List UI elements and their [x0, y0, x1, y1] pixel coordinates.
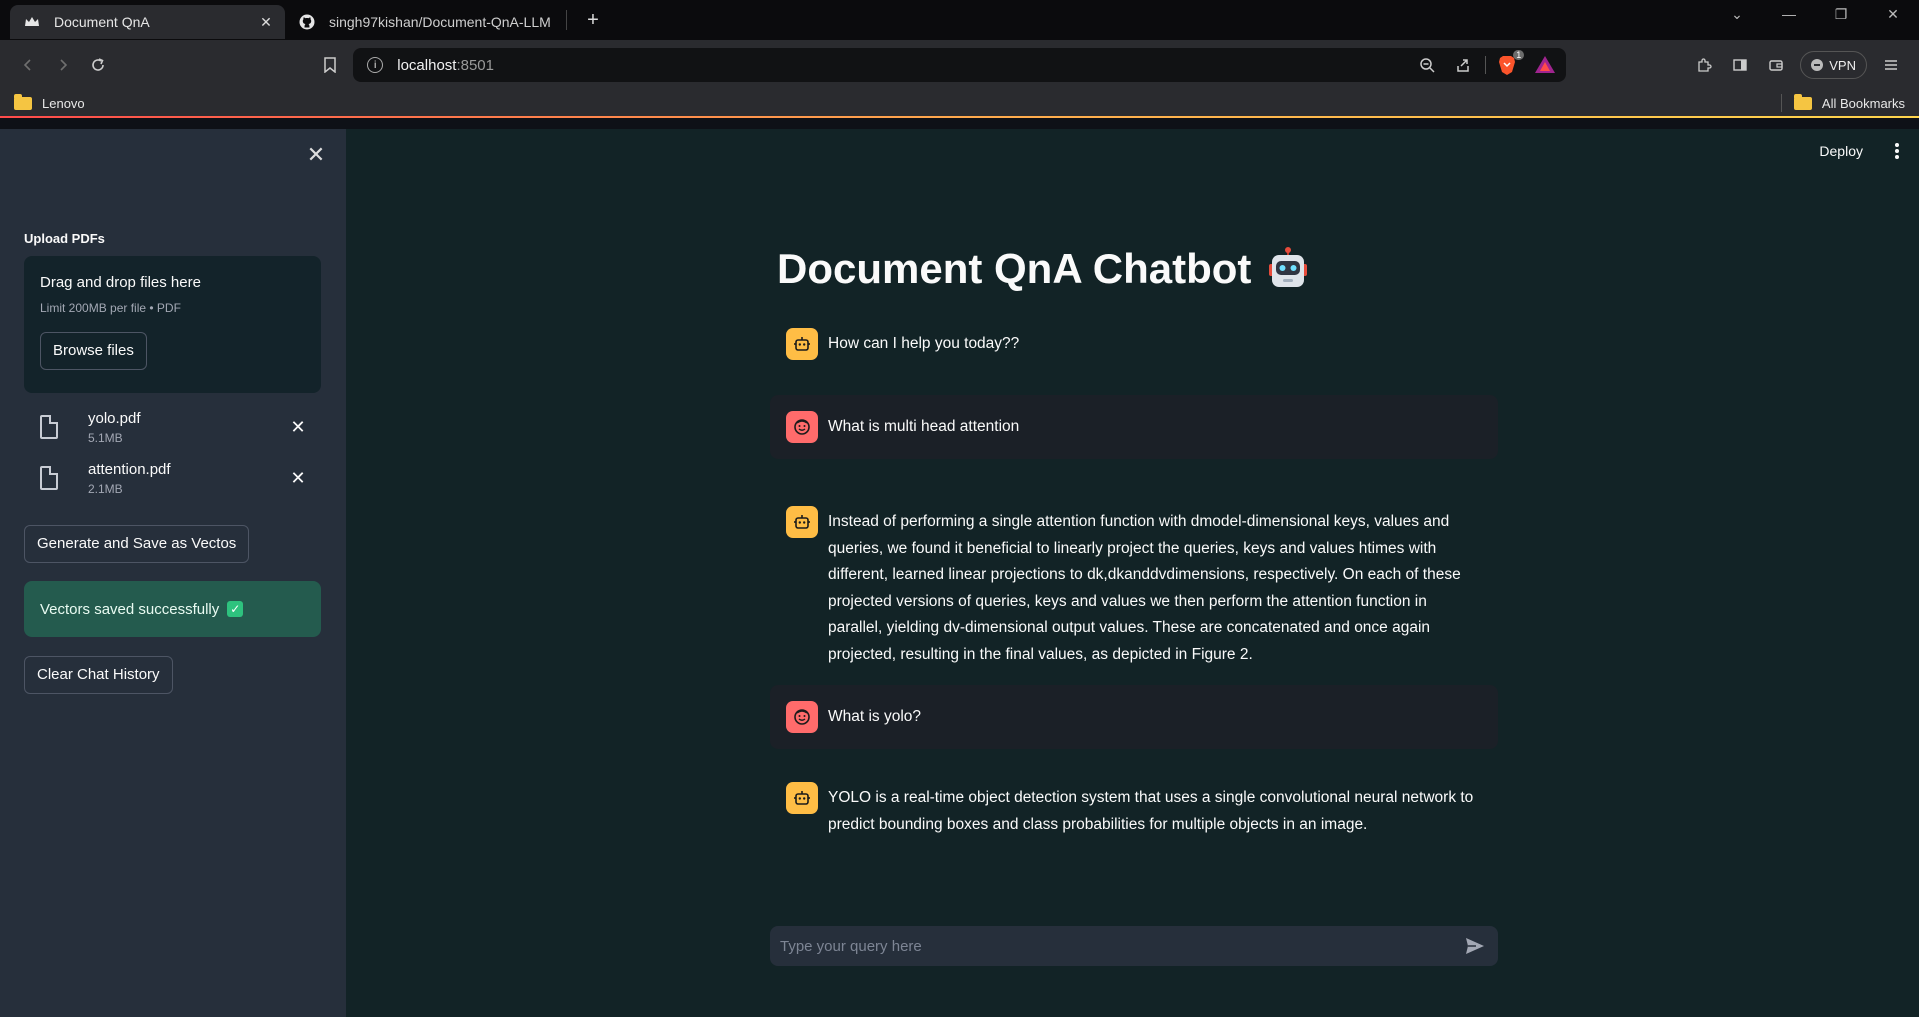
uploaded-file-item: yolo.pdf 5.1MB ✕ [40, 403, 310, 451]
url-port: :8501 [456, 56, 494, 74]
remove-file-icon[interactable]: ✕ [286, 415, 310, 439]
tab-github-repo[interactable]: singh97kishan/Document-QnA-LLM [285, 5, 560, 39]
remove-file-icon[interactable]: ✕ [286, 466, 310, 490]
shields-badge: 1 [1513, 50, 1525, 60]
dropzone-limit: Limit 200MB per file • PDF [40, 301, 181, 315]
new-tab-icon[interactable]: + [579, 6, 607, 34]
window-controls: ⌄ — ❐ ✕ [1711, 0, 1919, 28]
sidebar: ✕ Upload PDFs Drag and drop files here L… [0, 129, 346, 1017]
user-avatar-icon [786, 701, 818, 733]
tab-title: singh97kishan/Document-QnA-LLM [329, 14, 550, 30]
bookmark-label: Lenovo [42, 95, 85, 111]
deploy-button[interactable]: Deploy [1809, 139, 1873, 163]
extensions-puzzle-icon[interactable] [1686, 47, 1722, 83]
success-message: Vectors saved successfully [40, 600, 220, 618]
share-icon[interactable] [1449, 51, 1477, 79]
github-icon [299, 14, 315, 30]
file-icon [40, 466, 58, 490]
window-close-icon[interactable]: ✕ [1867, 6, 1919, 23]
extension-toolbar: VPN [1686, 47, 1909, 83]
sidebar-close-icon[interactable]: ✕ [302, 141, 330, 169]
message-text: How can I help you today?? [828, 335, 1020, 352]
menu-hamburger-icon[interactable] [1873, 47, 1909, 83]
query-input[interactable] [780, 937, 1462, 955]
tab-search-icon[interactable]: ⌄ [1711, 6, 1763, 23]
tab-title: Document QnA [54, 14, 150, 30]
message-text: What is multi head attention [828, 418, 1020, 435]
tab-strip: Document QnA ✕ singh97kishan/Document-Qn… [0, 0, 1919, 40]
file-icon [40, 415, 58, 439]
robot-emoji-icon [1267, 247, 1309, 291]
address-bar[interactable]: i localhost:8501 1 [353, 48, 1567, 82]
page-title: Document QnA Chatbot [777, 245, 1309, 293]
message-text: What is yolo? [828, 708, 922, 725]
check-mark-icon: ✓ [227, 601, 244, 617]
browser-window: Document QnA ✕ singh97kishan/Document-Qn… [0, 0, 1919, 1017]
chat-input-box [770, 926, 1498, 966]
chat-message-assistant: Instead of performing a single attention… [770, 490, 1498, 684]
dropzone-title: Drag and drop files here [40, 274, 201, 291]
chat-message-user: What is multi head attention [770, 395, 1498, 459]
generate-vectors-button[interactable]: Generate and Save as Vectos [24, 525, 250, 563]
upload-label: Upload PDFs [24, 231, 105, 246]
bookmark-folder-lenovo[interactable]: Lenovo [14, 93, 85, 111]
chat-message-user: What is yolo? [770, 685, 1498, 749]
file-name: yolo.pdf [88, 409, 141, 427]
brave-rewards-icon[interactable] [1534, 54, 1556, 76]
vpn-label: VPN [1829, 57, 1856, 73]
app-header: Deploy [1809, 139, 1905, 163]
tab-close-icon[interactable]: ✕ [257, 13, 275, 31]
streamlit-crown-icon [24, 14, 40, 30]
bookmark-icon[interactable] [312, 47, 347, 83]
folder-icon [1793, 93, 1812, 110]
minimize-icon[interactable]: — [1763, 6, 1815, 22]
restore-icon[interactable]: ❐ [1815, 6, 1867, 23]
message-text: Instead of performing a single attention… [828, 513, 1461, 663]
brave-shields-icon[interactable]: 1 [1496, 50, 1525, 76]
chat-message-assistant: How can I help you today?? [770, 312, 1498, 376]
forward-icon[interactable] [45, 47, 80, 83]
bookmarks-bar: Lenovo All Bookmarks [0, 90, 1919, 118]
file-size: 5.1MB [88, 430, 123, 445]
main-area: Deploy Document QnA Chatbot How can I he… [346, 129, 1919, 1017]
tab-separator [566, 10, 567, 30]
file-size: 2.1MB [88, 481, 123, 496]
site-info-icon[interactable]: i [367, 57, 384, 73]
zoom-icon[interactable] [1413, 51, 1441, 79]
chat-message-assistant: YOLO is a real-time object detection sys… [770, 766, 1498, 854]
vpn-button[interactable]: VPN [1800, 51, 1867, 79]
bot-avatar-icon [786, 782, 818, 814]
folder-icon [14, 93, 32, 110]
vpn-status-icon [1811, 59, 1824, 71]
back-icon[interactable] [10, 47, 45, 83]
send-icon[interactable] [1462, 933, 1488, 959]
tab-document-qna[interactable]: Document QnA ✕ [10, 5, 285, 39]
streamlit-app: ✕ Upload PDFs Drag and drop files here L… [0, 129, 1919, 1017]
browse-files-button[interactable]: Browse files [40, 332, 147, 370]
page-title-text: Document QnA Chatbot [777, 245, 1252, 292]
sidebar-toggle-icon[interactable] [1722, 47, 1758, 83]
wallet-icon[interactable] [1758, 47, 1794, 83]
clear-chat-history-button[interactable]: Clear Chat History [24, 656, 173, 694]
file-dropzone[interactable]: Drag and drop files here Limit 200MB per… [24, 256, 321, 393]
reload-icon[interactable] [81, 47, 116, 83]
user-avatar-icon [786, 411, 818, 443]
message-text: YOLO is a real-time object detection sys… [828, 789, 1474, 833]
success-alert: Vectors saved successfully ✓ [24, 581, 321, 637]
bookmark-label: All Bookmarks [1821, 95, 1905, 111]
all-bookmarks[interactable]: All Bookmarks [1793, 93, 1905, 111]
bot-avatar-icon [786, 328, 818, 360]
file-name: attention.pdf [88, 460, 171, 478]
url-host: localhost [397, 56, 457, 74]
bot-avatar-icon [786, 506, 818, 538]
browser-toolbar: i localhost:8501 1 VPN [0, 40, 1919, 90]
uploaded-file-item: attention.pdf 2.1MB ✕ [40, 454, 310, 502]
main-menu-icon[interactable] [1889, 141, 1905, 161]
